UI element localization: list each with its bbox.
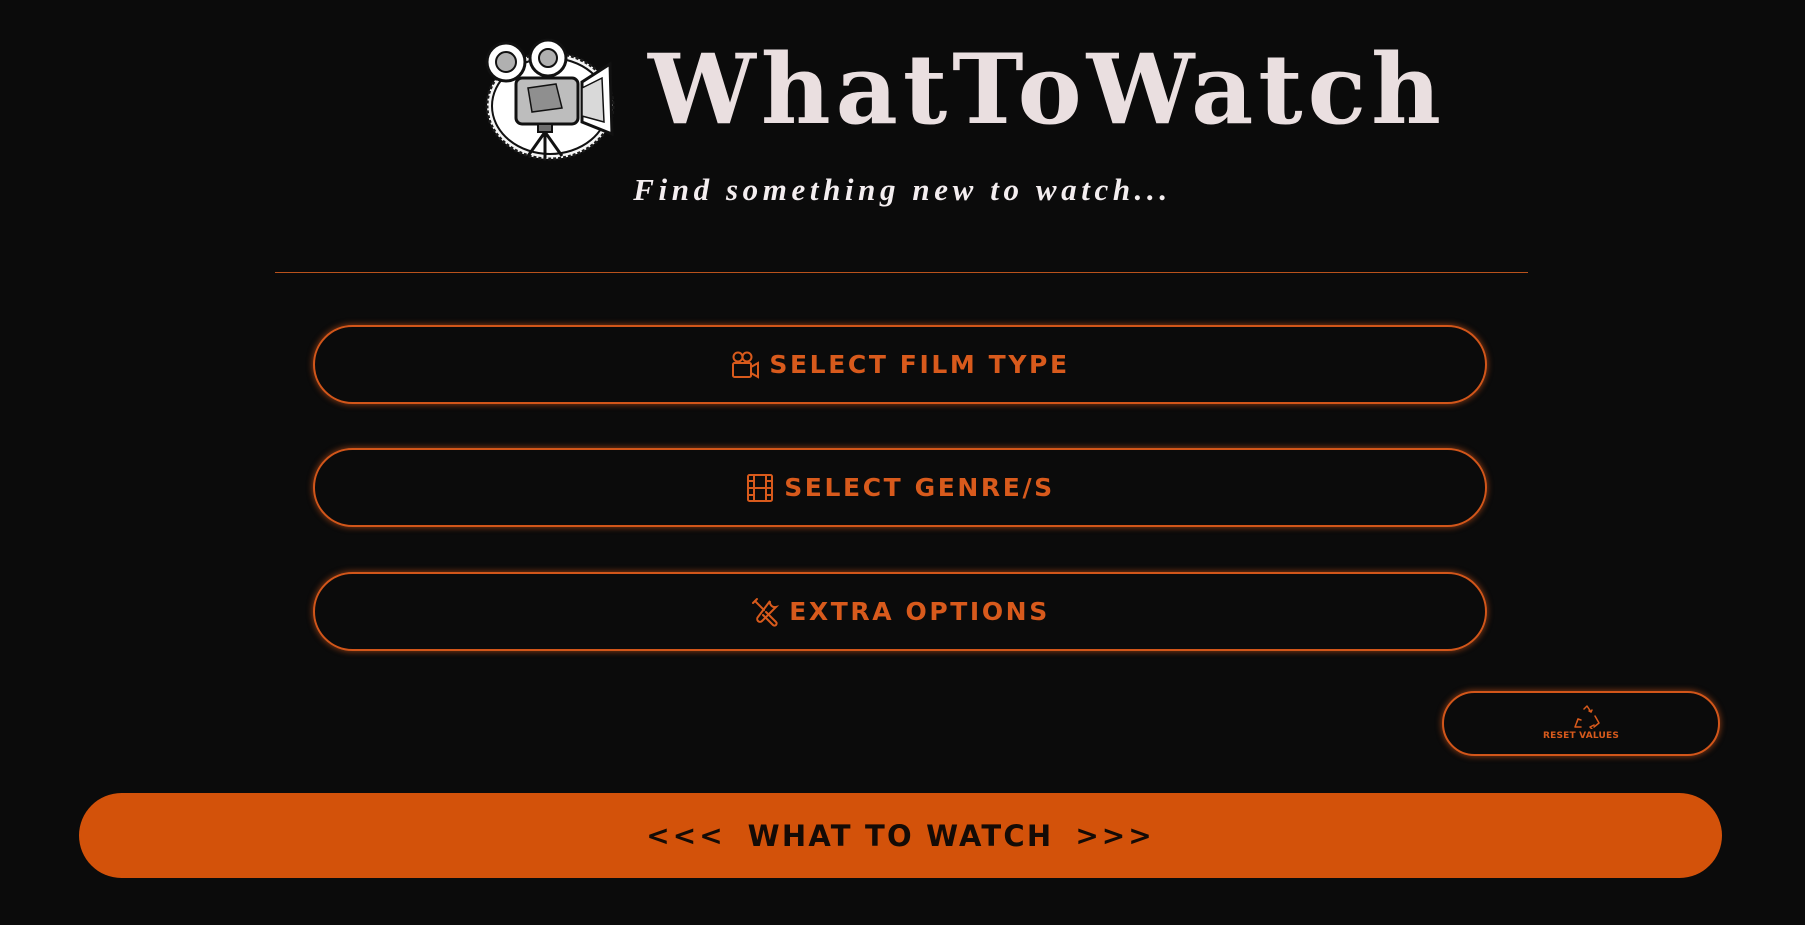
reset-values-label: RESET VALUES — [1542, 731, 1620, 741]
left-arrows-icon: <<< — [646, 819, 726, 852]
film-strip-icon — [745, 473, 775, 503]
tagline: Find something new to watch... — [633, 172, 1172, 207]
video-camera-icon — [730, 350, 760, 380]
header: WhatToWatch Find something new to watch.… — [0, 0, 1805, 220]
what-to-watch-label: WHAT TO WATCH — [747, 818, 1054, 853]
select-genres-label: SELECT GENRE/S — [784, 473, 1055, 502]
app-title: WhatToWatch — [648, 33, 1446, 146]
select-genres-button[interactable]: SELECT GENRE/S — [313, 448, 1487, 527]
recycle-icon — [1574, 705, 1600, 729]
movie-camera-logo — [485, 38, 615, 161]
extra-options-button[interactable]: EXTRA OPTIONS — [313, 572, 1487, 651]
what-to-watch-button[interactable]: <<< WHAT TO WATCH >>> — [79, 793, 1722, 878]
right-arrows-icon: >>> — [1075, 819, 1155, 852]
extra-options-label: EXTRA OPTIONS — [789, 597, 1050, 626]
reset-values-button[interactable]: RESET VALUES — [1442, 691, 1720, 756]
tools-icon — [750, 597, 780, 627]
header-divider — [275, 272, 1528, 273]
select-film-type-button[interactable]: SELECT FILM TYPE — [313, 325, 1487, 404]
select-film-type-label: SELECT FILM TYPE — [769, 350, 1070, 379]
